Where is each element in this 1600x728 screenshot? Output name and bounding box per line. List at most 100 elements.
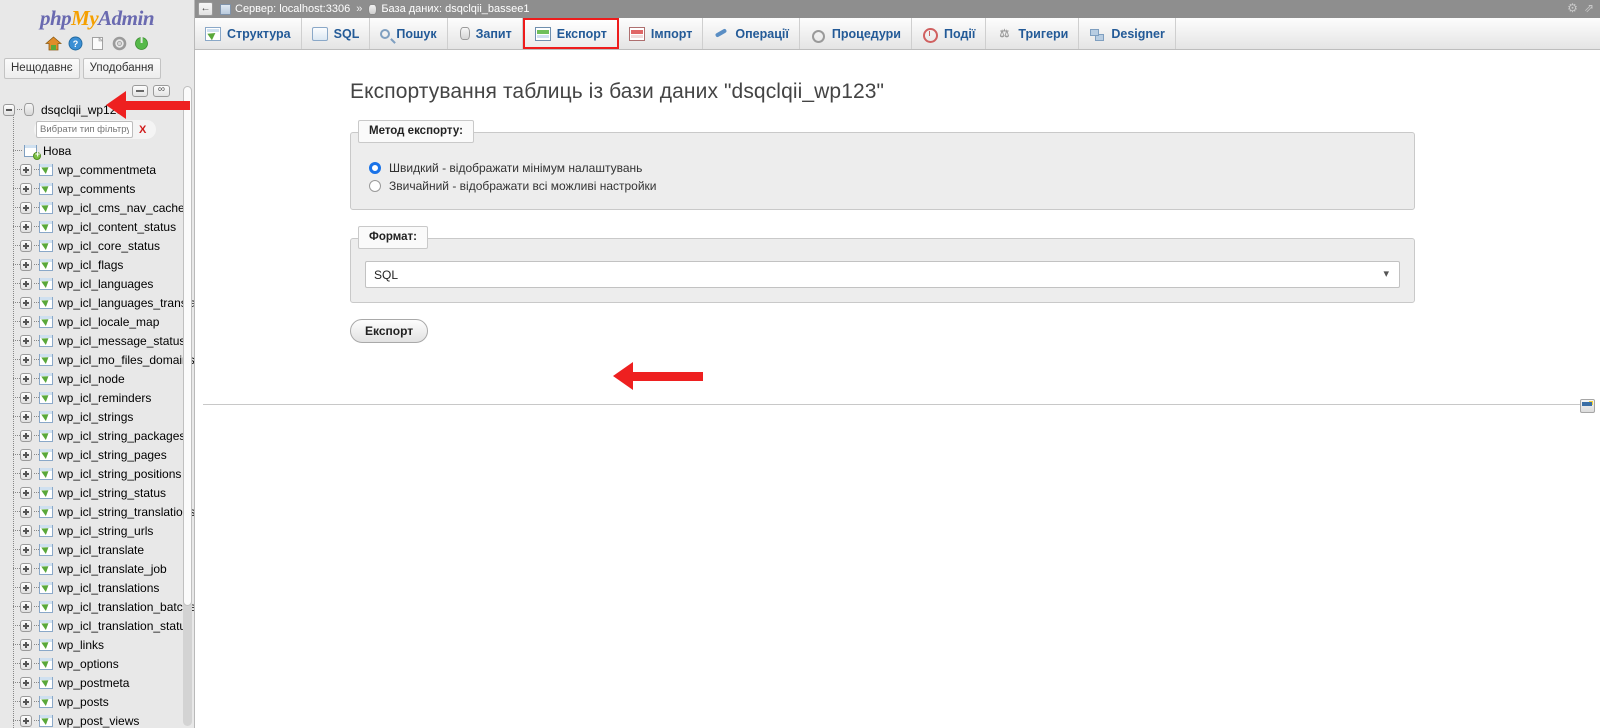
sidebar-scrollbar[interactable] — [183, 86, 192, 726]
expander-plus-icon[interactable] — [20, 581, 32, 594]
tree-node-table[interactable]: wp_icl_translate_job — [0, 559, 194, 578]
tab-search[interactable]: Пошук — [370, 18, 448, 49]
tab-import[interactable]: Імпорт — [619, 18, 704, 49]
help-icon[interactable]: ? — [67, 35, 84, 52]
tree-node-table[interactable]: wp_icl_translation_batches — [0, 597, 194, 616]
expander-plus-icon[interactable] — [20, 163, 32, 176]
tree-node-table[interactable]: wp_icl_translate — [0, 540, 194, 559]
tab-sql[interactable]: SQL — [302, 18, 371, 49]
tree-node-table[interactable]: wp_icl_languages_translat — [0, 293, 194, 312]
expander-plus-icon[interactable] — [20, 239, 32, 252]
back-button[interactable]: ← — [198, 2, 213, 16]
expander-plus-icon[interactable] — [20, 201, 32, 214]
expander-plus-icon[interactable] — [20, 714, 32, 727]
tree-node-table[interactable]: wp_icl_node — [0, 369, 194, 388]
tree-node-table[interactable]: wp_posts — [0, 692, 194, 711]
gear-icon[interactable]: ⚙ — [1567, 1, 1578, 15]
home-icon[interactable] — [44, 35, 62, 52]
tree-node-table[interactable]: wp_commentmeta — [0, 160, 194, 179]
tree-node-table[interactable]: wp_icl_translation_status — [0, 616, 194, 635]
tree-node-table[interactable]: wp_icl_string_pages — [0, 445, 194, 464]
tab-events[interactable]: Події — [912, 18, 987, 49]
export-method-option-quick[interactable]: Швидкий - відображати мінімум налаштуван… — [351, 159, 1414, 177]
expander-plus-icon[interactable] — [20, 695, 32, 708]
breadcrumb-server[interactable]: Сервер: localhost:3306 — [220, 3, 350, 15]
expander-plus-icon[interactable] — [20, 448, 32, 461]
tree-node-table[interactable]: wp_links — [0, 635, 194, 654]
tree-filter-clear-button[interactable]: X — [139, 124, 146, 136]
link-with-main-panel-button[interactable] — [153, 83, 170, 97]
expander-plus-icon[interactable] — [20, 638, 32, 651]
tree-node-table[interactable]: wp_icl_languages — [0, 274, 194, 293]
tab-query[interactable]: Запит — [448, 18, 523, 49]
tree-node-table[interactable]: wp_post_views — [0, 711, 194, 728]
expander-plus-icon[interactable] — [20, 334, 32, 347]
tree-node-table[interactable]: wp_icl_flags — [0, 255, 194, 274]
tree-node-table[interactable]: wp_icl_string_positions — [0, 464, 194, 483]
tree-node-table[interactable]: wp_icl_string_urls — [0, 521, 194, 540]
tree-node-table[interactable]: wp_icl_string_status — [0, 483, 194, 502]
phpmyadmin-logo[interactable]: phpMyAdmin — [0, 0, 194, 33]
tree-node-table[interactable]: wp_icl_mo_files_domains — [0, 350, 194, 369]
expander-minus-icon[interactable] — [3, 103, 15, 116]
docs-icon[interactable] — [89, 35, 106, 52]
expander-plus-icon[interactable] — [20, 315, 32, 328]
expander-plus-icon[interactable] — [20, 562, 32, 575]
expander-plus-icon[interactable] — [20, 505, 32, 518]
tree-node-database[interactable]: dsqclqii_wp123 — [0, 100, 194, 119]
tree-node-new[interactable]: Нова — [0, 141, 194, 160]
expander-plus-icon[interactable] — [20, 543, 32, 556]
tree-filter-input[interactable] — [36, 121, 133, 138]
radio-custom[interactable] — [369, 180, 381, 192]
tree-node-table[interactable]: wp_icl_translations — [0, 578, 194, 597]
tree-node-table[interactable]: wp_icl_string_translations — [0, 502, 194, 521]
sidebar-scrollbar-thumb[interactable] — [183, 86, 192, 606]
expander-plus-icon[interactable] — [20, 619, 32, 632]
expander-plus-icon[interactable] — [20, 372, 32, 385]
tab-operations[interactable]: Операції — [703, 18, 800, 49]
expander-plus-icon[interactable] — [20, 676, 32, 689]
tab-procedures[interactable]: Процедури — [800, 18, 912, 49]
expander-plus-icon[interactable] — [20, 258, 32, 271]
tree-node-table[interactable]: wp_icl_content_status — [0, 217, 194, 236]
tree-node-table[interactable]: wp_icl_string_packages — [0, 426, 194, 445]
console-toggle-icon[interactable] — [1580, 399, 1595, 413]
expander-plus-icon[interactable] — [20, 353, 32, 366]
expander-plus-icon[interactable] — [20, 600, 32, 613]
tree-node-table[interactable]: wp_icl_reminders — [0, 388, 194, 407]
tree-node-table[interactable]: wp_options — [0, 654, 194, 673]
radio-quick[interactable] — [369, 162, 381, 174]
tree-node-table[interactable]: wp_icl_core_status — [0, 236, 194, 255]
tree-node-table[interactable]: wp_icl_cms_nav_cache — [0, 198, 194, 217]
expander-plus-icon[interactable] — [20, 486, 32, 499]
export-method-option-custom[interactable]: Звичайний - відображати всі можливі наст… — [351, 177, 1414, 195]
sidebar-tab-favorites[interactable]: Уподобання — [82, 58, 161, 79]
expander-plus-icon[interactable] — [20, 524, 32, 537]
tree-node-table[interactable]: wp_icl_strings — [0, 407, 194, 426]
tab-export[interactable]: Експорт — [522, 18, 619, 49]
expand-arrow-icon[interactable]: ⇗ — [1584, 1, 1594, 15]
expander-plus-icon[interactable] — [20, 467, 32, 480]
expander-plus-icon[interactable] — [20, 277, 32, 290]
tab-structure[interactable]: Структура — [195, 18, 302, 49]
tab-designer[interactable]: Designer — [1079, 18, 1176, 49]
collapse-all-button[interactable] — [132, 85, 148, 97]
expander-plus-icon[interactable] — [20, 429, 32, 442]
sidebar-tab-recent[interactable]: Нещодавнє — [4, 58, 80, 79]
expander-plus-icon[interactable] — [20, 220, 32, 233]
logout-icon[interactable] — [133, 35, 150, 52]
tab-triggers[interactable]: ⚖ Тригери — [986, 18, 1080, 49]
tree-node-table[interactable]: wp_icl_locale_map — [0, 312, 194, 331]
database-tree-scroll[interactable]: dsqclqii_wp123 X Нова wp_commentmetawp_c… — [0, 100, 194, 728]
breadcrumb-database[interactable]: База даних: dsqclqii_bassee1 — [368, 3, 530, 15]
tree-node-table[interactable]: wp_comments — [0, 179, 194, 198]
expander-plus-icon[interactable] — [20, 410, 32, 423]
format-select[interactable]: SQL ▾ — [365, 261, 1400, 288]
settings-icon[interactable] — [111, 35, 128, 52]
expander-plus-icon[interactable] — [20, 391, 32, 404]
expander-plus-icon[interactable] — [20, 182, 32, 195]
export-button[interactable]: Експорт — [350, 319, 429, 343]
expander-plus-icon[interactable] — [20, 657, 32, 670]
tree-node-table[interactable]: wp_icl_message_status — [0, 331, 194, 350]
tree-node-table[interactable]: wp_postmeta — [0, 673, 194, 692]
